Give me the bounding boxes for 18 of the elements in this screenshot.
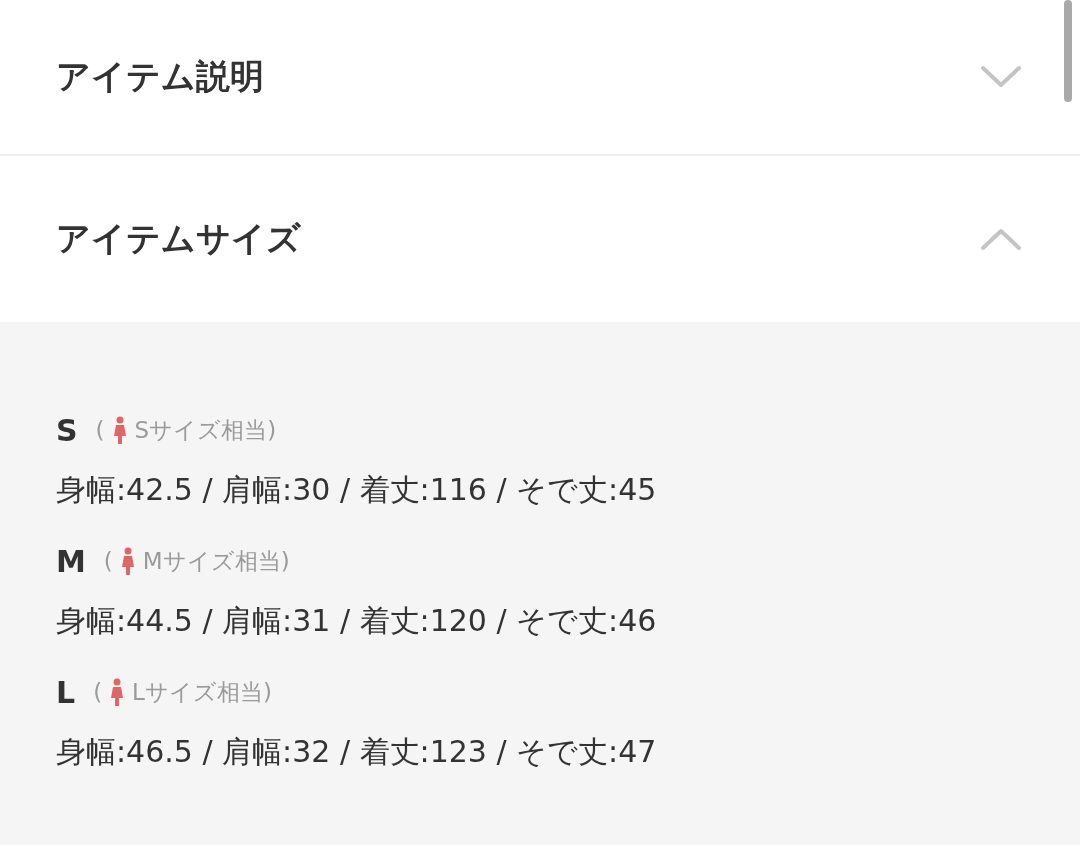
person-icon: [120, 547, 135, 575]
measurements: 身幅:42.5 / 肩幅:30 / 着丈:116 / そで丈:45: [56, 471, 658, 509]
person-icon: [112, 416, 127, 444]
chevron-up-icon: [980, 227, 1022, 251]
measurements: 身幅:44.5 / 肩幅:31 / 着丈:120 / そで丈:46: [56, 602, 658, 640]
size-equivalent: Lサイズ相当): [132, 677, 272, 707]
parenthesis: (: [103, 548, 113, 574]
parenthesis: (: [95, 417, 105, 443]
chevron-down-icon: [980, 65, 1022, 89]
size-equivalent: Sサイズ相当): [134, 415, 277, 445]
measurements: 身幅:46.5 / 肩幅:32 / 着丈:123 / そで丈:47: [56, 733, 658, 771]
size-equivalent: Mサイズ相当): [142, 546, 290, 576]
parenthesis: (: [93, 679, 103, 705]
size-label: S: [56, 412, 78, 448]
size-label: L: [56, 674, 76, 710]
size-label: M: [56, 543, 86, 579]
person-icon: [110, 678, 125, 706]
scrollbar[interactable]: [1064, 0, 1072, 102]
